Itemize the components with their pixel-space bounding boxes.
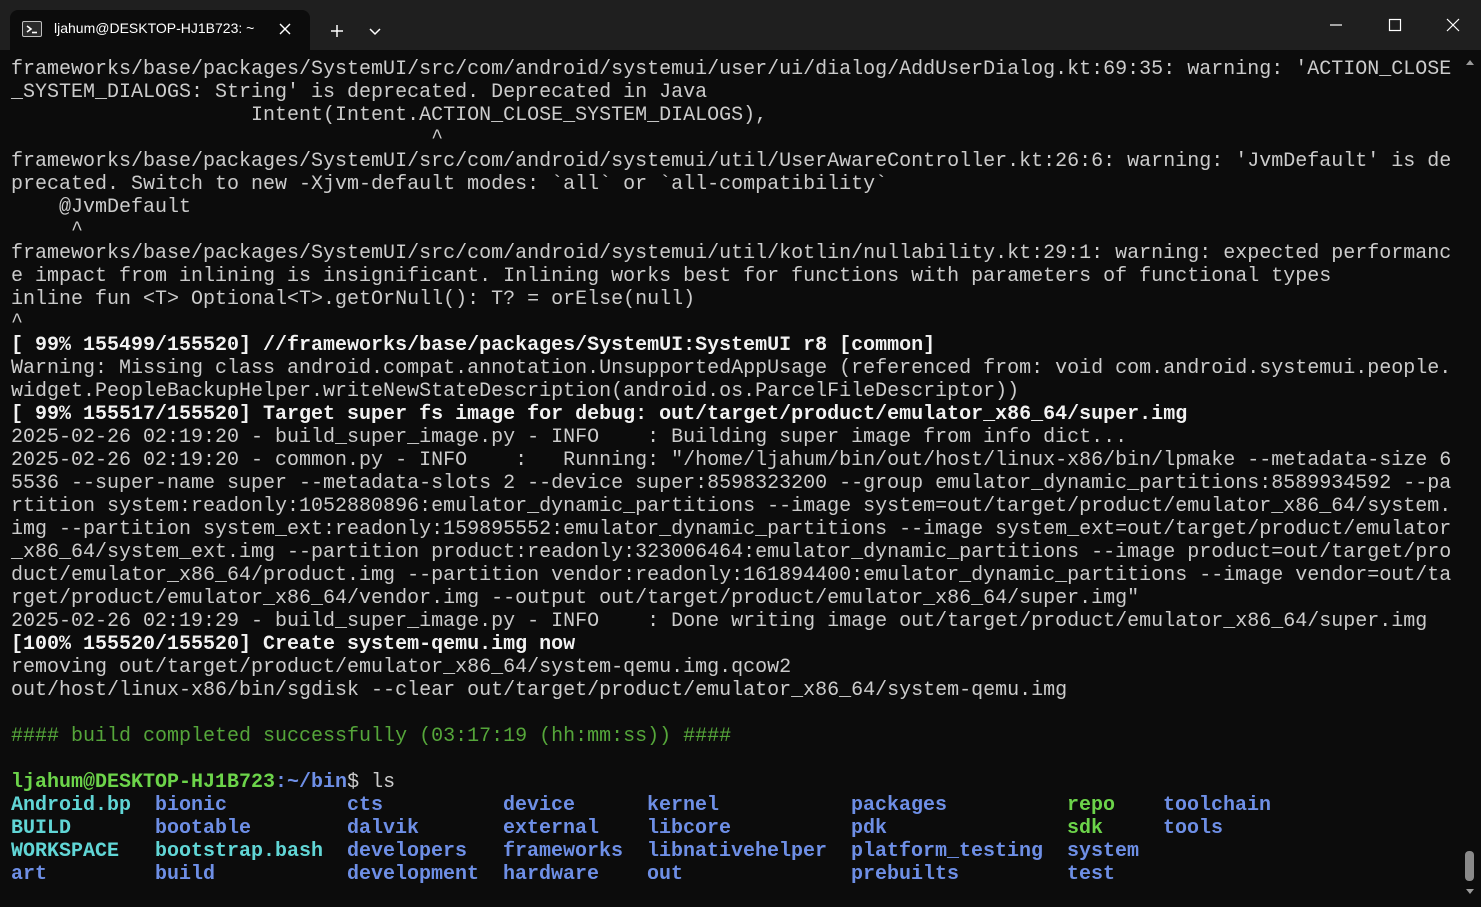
- output-line: rtition system:readonly:1052880896:emula…: [11, 495, 1452, 518]
- ls-entry: pdk: [851, 817, 888, 840]
- ls-entry: libcore: [647, 817, 732, 840]
- ls-entry: out: [647, 863, 684, 886]
- ls-entry: bootstrap.bash: [155, 840, 324, 863]
- scroll-up-arrow-icon[interactable]: [1466, 60, 1474, 65]
- output-line: inline fun <T> Optional<T>.getOrNull(): …: [11, 288, 696, 311]
- ls-entry: packages: [851, 794, 948, 817]
- build-progress-line: [100% 155520/155520] Create system-qemu.…: [11, 633, 576, 656]
- output-line: e impact from inlining is insignificant.…: [11, 265, 1332, 288]
- title-bar: ljahum@DESKTOP-HJ1B723: ~: [0, 0, 1481, 50]
- output-line: Intent(Intent.ACTION_CLOSE_SYSTEM_DIALOG…: [11, 104, 768, 127]
- output-line: _x86_64/system_ext.img --partition produ…: [11, 541, 1452, 564]
- output-line: frameworks/base/packages/SystemUI/src/co…: [11, 150, 1452, 173]
- prompt-symbol: $: [347, 771, 372, 794]
- prompt-path: :~/bin: [275, 771, 348, 794]
- output-line: rget/product/emulator_x86_64/vendor.img …: [11, 587, 1140, 610]
- window-close-icon[interactable]: [1424, 0, 1481, 50]
- ls-entry: repo: [1067, 794, 1116, 817]
- output-line: out/host/linux-x86/bin/sgdisk --clear ou…: [11, 679, 1068, 702]
- ls-entry: external: [503, 817, 600, 840]
- build-progress-line: [ 99% 155517/155520] Target super fs ima…: [11, 403, 1188, 426]
- output-line: 2025-02-26 02:19:20 - common.py - INFO :…: [11, 449, 1452, 472]
- output-line: ^: [11, 311, 24, 334]
- output-line: frameworks/base/packages/SystemUI/src/co…: [11, 58, 1452, 81]
- maximize-icon[interactable]: [1366, 0, 1424, 50]
- ls-entry: frameworks: [503, 840, 624, 863]
- ls-entry: tools: [1163, 817, 1224, 840]
- ls-entry: prebuilts: [851, 863, 960, 886]
- close-icon[interactable]: [276, 20, 294, 38]
- ls-entry: system: [1067, 840, 1140, 863]
- scrollbar-thumb[interactable]: [1465, 851, 1474, 881]
- output-line: 5536 --super-name super --metadata-slots…: [11, 472, 1452, 495]
- chevron-down-icon[interactable]: [362, 16, 388, 46]
- ls-entry: WORKSPACE: [11, 840, 120, 863]
- ls-entry: toolchain: [1163, 794, 1272, 817]
- ls-entry: BUILD: [11, 817, 72, 840]
- scrollbar[interactable]: [1460, 50, 1481, 907]
- output-line: duct/emulator_x86_64/product.img --parti…: [11, 564, 1452, 587]
- output-line: 2025-02-26 02:19:20 - build_super_image.…: [11, 426, 1128, 449]
- ls-entry: kernel: [647, 794, 720, 817]
- ls-entry: bootable: [155, 817, 252, 840]
- prompt-user: ljahum@DESKTOP-HJ1B723: [11, 771, 276, 794]
- ls-entry: device: [503, 794, 576, 817]
- output-line: 2025-02-26 02:19:29 - build_super_image.…: [11, 610, 1428, 633]
- ls-entry: build: [155, 863, 216, 886]
- terminal-tab[interactable]: ljahum@DESKTOP-HJ1B723: ~: [10, 10, 310, 50]
- output-line: removing out/target/product/emulator_x86…: [11, 656, 792, 679]
- ls-entry: art: [11, 863, 48, 886]
- ls-entry: bionic: [155, 794, 228, 817]
- ls-entry: libnativehelper: [647, 840, 828, 863]
- output-line: widget.PeopleBackupHelper.writeNewStateD…: [11, 380, 1020, 403]
- output-line: @JvmDefault: [11, 196, 192, 219]
- tab-title: ljahum@DESKTOP-HJ1B723: ~: [54, 20, 255, 36]
- output-line: ^: [11, 219, 84, 242]
- build-progress-line: [ 99% 155499/155520] //frameworks/base/p…: [11, 334, 936, 357]
- prompt-command: ls: [371, 771, 396, 794]
- output-line: Warning: Missing class android.compat.an…: [11, 357, 1452, 380]
- ls-entry: Android.bp: [11, 794, 132, 817]
- plus-icon[interactable]: [322, 16, 352, 46]
- ls-entry: platform_testing: [851, 840, 1044, 863]
- ls-entry: development: [347, 863, 480, 886]
- output-line: _SYSTEM_DIALOGS: String' is deprecated. …: [11, 81, 708, 104]
- ls-entry: test: [1067, 863, 1116, 886]
- minimize-icon[interactable]: [1307, 0, 1365, 50]
- ls-entry: dalvik: [347, 817, 420, 840]
- output-line: img --partition system_ext:readonly:1598…: [11, 518, 1452, 541]
- ls-entry: sdk: [1067, 817, 1104, 840]
- output-line: ^: [11, 127, 444, 150]
- powershell-icon: [22, 21, 42, 37]
- ls-entry: hardware: [503, 863, 600, 886]
- terminal-output[interactable]: frameworks/base/packages/SystemUI/src/co…: [0, 50, 1460, 907]
- ls-entry: developers: [347, 840, 468, 863]
- scroll-down-arrow-icon[interactable]: [1466, 889, 1474, 894]
- output-line: frameworks/base/packages/SystemUI/src/co…: [11, 242, 1452, 265]
- build-success-line: #### build completed successfully (03:17…: [11, 725, 732, 748]
- output-line: precated. Switch to new -Xjvm-default mo…: [11, 173, 888, 196]
- terminal-window: ljahum@DESKTOP-HJ1B723: ~ frameworks/bas…: [0, 0, 1481, 907]
- ls-entry: cts: [347, 794, 384, 817]
- shell-prompt: ljahum@DESKTOP-HJ1B723:~/bin$ ls: [11, 771, 395, 794]
